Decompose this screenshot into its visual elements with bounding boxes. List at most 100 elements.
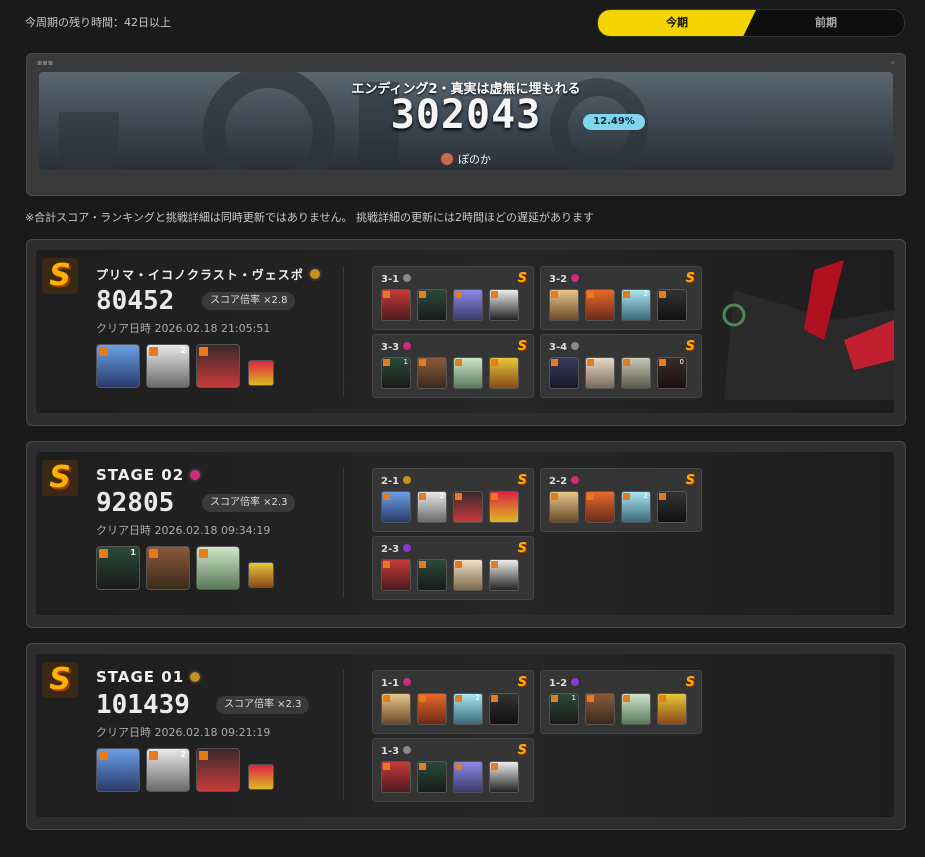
tab-previous-period[interactable]: 前期 xyxy=(748,10,904,36)
player-avatar-icon xyxy=(441,153,453,165)
score-multiplier: スコア倍率 ×2.3 xyxy=(202,494,296,512)
clear-time: クリア日時 2026.02.18 09:21:19 xyxy=(96,726,271,739)
stage-panel: S STAGE 02 92805 スコア倍率 ×2.3 クリア日時 2026.0… xyxy=(26,441,906,628)
bangboo-icon[interactable] xyxy=(248,562,274,588)
character-icon[interactable]: 2 xyxy=(146,344,190,388)
sub-stage-label: 1-3 xyxy=(381,745,413,757)
sub-stage[interactable]: 3-1 S xyxy=(372,266,534,330)
stage-panel-inner: S プリマ・イコノクラスト・ヴェスポ 80452 スコア倍率 ×2.8 クリア日… xyxy=(36,250,894,413)
element-icon xyxy=(570,341,581,351)
corner-decoration: ▪▪▪ xyxy=(37,58,54,67)
stage-panel: S STAGE 01 101439 スコア倍率 ×2.3 クリア日時 2026.… xyxy=(26,643,906,830)
sub-rank: S xyxy=(685,473,695,488)
bangboo-icon xyxy=(657,289,687,321)
stage-rank-badge: S xyxy=(42,662,78,698)
sub-rank: S xyxy=(685,271,695,286)
sub-stage[interactable]: 2-2 S 2 xyxy=(540,468,702,532)
sub-stage[interactable]: 3-3 S 1 xyxy=(372,334,534,398)
player[interactable]: ぽのか xyxy=(27,151,905,167)
character-icon: 2 xyxy=(453,693,483,725)
bangboo-icon xyxy=(489,761,519,793)
stage-rank-badge: S xyxy=(42,460,78,496)
stage-score: 80452 xyxy=(96,286,175,316)
sub-rank: S xyxy=(685,675,695,690)
element-icon xyxy=(402,543,413,553)
stage-panel-inner: S STAGE 01 101439 スコア倍率 ×2.3 クリア日時 2026.… xyxy=(36,654,894,817)
boss-art xyxy=(722,260,894,400)
bangboo-icon[interactable] xyxy=(248,764,274,790)
character-icon: 2 xyxy=(417,491,447,523)
stage-rank-badge: S xyxy=(42,258,78,294)
character-icon xyxy=(417,761,447,793)
bangboo-icon xyxy=(657,693,687,725)
character-icon xyxy=(549,357,579,389)
character-icon xyxy=(453,761,483,793)
remaining-time: 今周期の残り時間：42日以上 xyxy=(25,16,171,29)
sub-stage[interactable]: 1-1 S 2 xyxy=(372,670,534,734)
character-icon xyxy=(417,289,447,321)
sub-stage-label: 2-1 xyxy=(381,475,413,487)
sub-rank: S xyxy=(517,271,527,286)
percent-badge: 12.49% xyxy=(583,114,645,130)
character-icon xyxy=(381,693,411,725)
score-multiplier: スコア倍率 ×2.3 xyxy=(216,696,310,714)
character-icon xyxy=(381,761,411,793)
sub-stage-label: 3-3 xyxy=(381,341,413,353)
character-icon[interactable]: 1 xyxy=(96,546,140,590)
character-icon xyxy=(585,693,615,725)
sub-stage[interactable]: 3-2 S 2 xyxy=(540,266,702,330)
character-icon[interactable] xyxy=(96,344,140,388)
element-icon xyxy=(188,670,203,684)
character-icon xyxy=(585,491,615,523)
stage-score: 101439 xyxy=(96,690,190,720)
character-icon[interactable] xyxy=(196,344,240,388)
character-icon xyxy=(453,559,483,591)
character-icon xyxy=(381,491,411,523)
character-icon: 2 xyxy=(621,289,651,321)
tab-current-period[interactable]: 今期 xyxy=(598,10,756,36)
stage-panel: S プリマ・イコノクラスト・ヴェスポ 80452 スコア倍率 ×2.8 クリア日… xyxy=(26,239,906,426)
sub-stage[interactable]: 3-4 S 0 xyxy=(540,334,702,398)
sub-stage-label: 3-4 xyxy=(549,341,581,353)
bangboo-icon xyxy=(489,491,519,523)
element-icon xyxy=(402,273,413,283)
top-bar: 今周期の残り時間：42日以上 今期 前期 xyxy=(0,0,925,44)
bangboo-icon xyxy=(489,357,519,389)
character-icon[interactable] xyxy=(96,748,140,792)
bangboo-icon xyxy=(489,693,519,725)
stage-name: STAGE 01 xyxy=(96,668,203,686)
character-icon[interactable] xyxy=(196,748,240,792)
sub-stage[interactable]: 1-2 S 1 xyxy=(540,670,702,734)
character-icon xyxy=(585,289,615,321)
element-icon xyxy=(402,341,413,351)
character-icon[interactable]: 2 xyxy=(146,748,190,792)
period-toggle[interactable]: 今期 前期 xyxy=(597,9,905,37)
corner-decoration: « xyxy=(890,58,895,67)
character-icon: 2 xyxy=(621,491,651,523)
total-score: 302043 xyxy=(390,92,542,138)
clear-time: クリア日時 2026.02.18 21:05:51 xyxy=(96,322,271,335)
sub-stage[interactable]: 2-3 S xyxy=(372,536,534,600)
stage-name: プリマ・イコノクラスト・ヴェスポ xyxy=(96,266,322,283)
character-icon[interactable] xyxy=(146,546,190,590)
element-icon xyxy=(307,267,322,281)
character-icon[interactable] xyxy=(196,546,240,590)
character-icon xyxy=(381,559,411,591)
bangboo-icon[interactable] xyxy=(248,360,274,386)
sub-rank: S xyxy=(517,541,527,556)
sub-rank: S xyxy=(517,743,527,758)
divider xyxy=(343,266,344,396)
character-icon: 1 xyxy=(549,693,579,725)
stage-score: 92805 xyxy=(96,488,175,518)
character-icon xyxy=(453,357,483,389)
character-icon xyxy=(417,357,447,389)
character-icon xyxy=(549,289,579,321)
sub-stage-label: 2-3 xyxy=(381,543,413,555)
character-icon xyxy=(621,693,651,725)
sub-stage-label: 2-2 xyxy=(549,475,581,487)
sub-stage[interactable]: 1-3 S xyxy=(372,738,534,802)
stage-panel-inner: S STAGE 02 92805 スコア倍率 ×2.3 クリア日時 2026.0… xyxy=(36,452,894,615)
sub-stage[interactable]: 2-1 S 2 xyxy=(372,468,534,532)
bangboo-icon xyxy=(657,491,687,523)
character-icon xyxy=(585,357,615,389)
